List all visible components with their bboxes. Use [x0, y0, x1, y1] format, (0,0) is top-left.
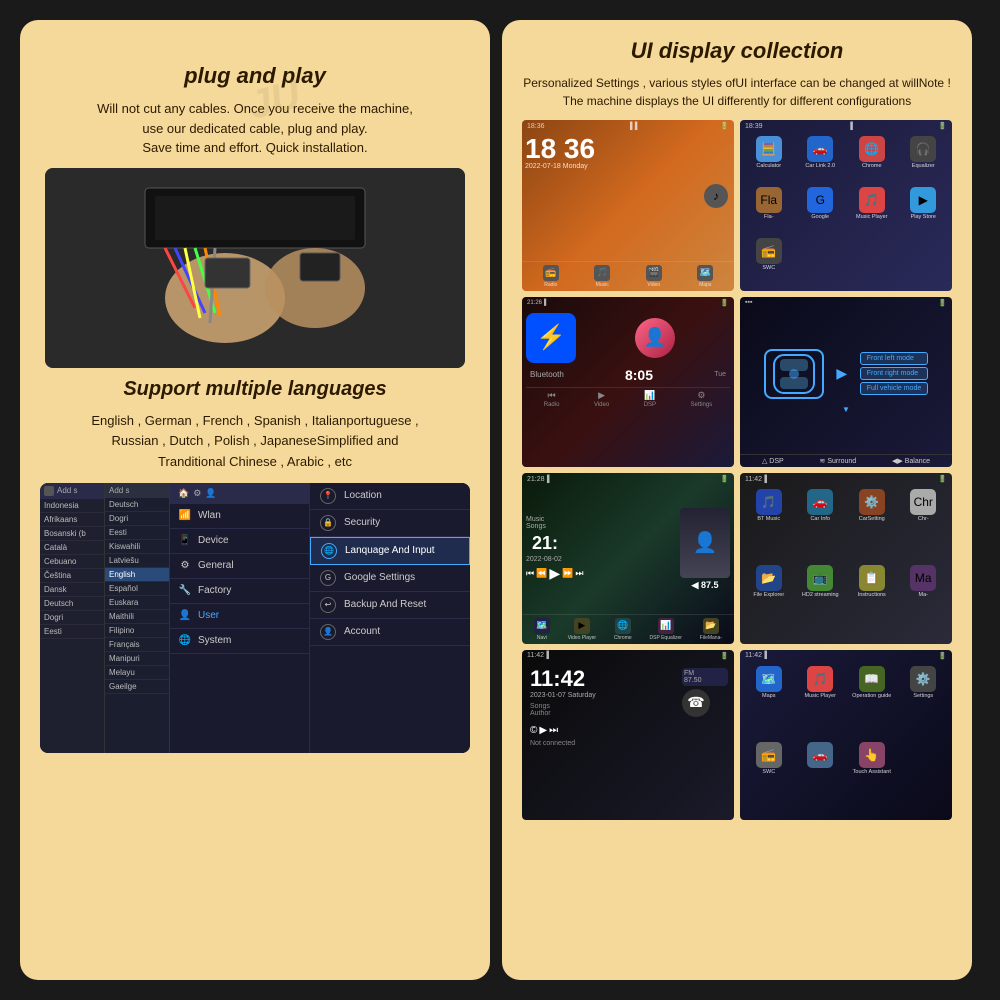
lang-item: Français — [105, 638, 169, 652]
car-top-view — [764, 349, 824, 399]
lang-item: Kiswahili — [105, 540, 169, 554]
menu-device: 📱Device — [170, 529, 309, 554]
menu-wlan: 📶Wlan — [170, 504, 309, 529]
screen8-icon-grid: 🗺️Maps 🎵Music Player 📖Operation guide ⚙️… — [740, 662, 952, 821]
detail-backup: ↩Backup And Reset — [310, 592, 470, 619]
ui-screen-4: ▪▪▪🔋 ▶ — [740, 297, 952, 468]
lang-item: Català — [40, 541, 104, 555]
ui-screen-7: 11:42▐🔋 11:42 2023-01-07 Saturday SongsA… — [522, 650, 734, 821]
screen5-header: 21:28▐🔋 — [522, 473, 734, 485]
settings-menu-panel: 🏠⚙👤 📶Wlan 📱Device ⚙General 🔧Factory 👤Use… — [170, 483, 310, 753]
lang-item: Euskara — [105, 596, 169, 610]
screen2-header: 18:39▐🔋 — [740, 120, 952, 132]
screen4-header: ▪▪▪🔋 — [740, 297, 952, 309]
lang-item: Latviešu — [105, 554, 169, 568]
screen4-dsp-bar: △ DSP≋ Surround◀▶ Balance — [740, 454, 952, 467]
lang-item: Indonesia — [40, 499, 104, 513]
lang-item: Bosanski (b — [40, 527, 104, 541]
detail-google: GGoogle Settings — [310, 565, 470, 592]
lang-list-col2: Add s Deutsch Dogri Eesti Kiswahili Latv… — [105, 483, 170, 753]
ui-screen-5: 21:28▐🔋 Music Songs 21: 2022-08-02 ⏮⏪▶⏩⏭… — [522, 473, 734, 644]
lang-item-selected: English — [105, 568, 169, 582]
lang-item: Manipuri — [105, 652, 169, 666]
lang-item: Deutsch — [40, 597, 104, 611]
screen6-icon-grid: 🎵BT Music 🚗Car Info ⚙️CarSetting ChrChr-… — [740, 485, 952, 644]
plug-title: plug and play — [184, 63, 326, 89]
main-container: JU plug and play Will not cut any cables… — [10, 10, 990, 990]
lang-item: Čeština — [40, 569, 104, 583]
screen2-icon-grid: 🧮Calculator 🚗Car Link 2.0 🌐Chrome 🎧Equal… — [740, 132, 952, 291]
left-panel: JU plug and play Will not cut any cables… — [20, 20, 490, 980]
lang-item: Deutsch — [105, 498, 169, 512]
menu-general: ⚙General — [170, 554, 309, 579]
ui-screen-2: 18:39▐🔋 🧮Calculator 🚗Car Link 2.0 🌐Chrom… — [740, 120, 952, 291]
ui-screen-1: 18:36▐▐🔋 18 36 2022-07-18 Monday ♪ 📻 Rad… — [522, 120, 734, 291]
lang-item: Dogri — [105, 512, 169, 526]
right-panel: UI display collection Personalized Setti… — [502, 20, 972, 980]
lang-item: Afrikaans — [40, 513, 104, 527]
ui-screen-grid: 18:36▐▐🔋 18 36 2022-07-18 Monday ♪ 📻 Rad… — [522, 120, 952, 820]
car-install-image — [45, 168, 465, 368]
detail-language: 🌐Lanquage And Input — [310, 537, 470, 565]
lang-item: Eesti — [40, 625, 104, 639]
screen3-bluetooth: ⚡ 👤 Bluetooth 8:05 Tue ⏮Radio ▶Video 📊DS… — [522, 309, 734, 414]
detail-location: 📍Location — [310, 483, 470, 510]
ui-display-desc: Personalized Settings , various styles o… — [523, 74, 951, 110]
lang-item: Dogri — [40, 611, 104, 625]
ui-screen-3: 21:26▐🔋 ⚡ 👤 Bluetooth 8:05 Tue — [522, 297, 734, 468]
screen4-options: Front left mode Front right mode Full ve… — [860, 352, 928, 395]
lang-item: Maithili — [105, 610, 169, 624]
screen1-time: 18 36 — [525, 135, 698, 163]
screen8-header: 11:42▐🔋 — [740, 650, 952, 662]
ui-display-title: UI display collection — [631, 38, 844, 64]
lang-desc: English , German , French , Spanish , It… — [91, 411, 418, 473]
lang-title: Support multiple languages — [123, 378, 386, 401]
plug-desc: Will not cut any cables. Once you receiv… — [97, 99, 413, 158]
lang-item: Melayu — [105, 666, 169, 680]
lang-item: Eesti — [105, 526, 169, 540]
lang-item: Español — [105, 582, 169, 596]
detail-account: 👤Account — [310, 619, 470, 646]
lang-list-col1: Add s Indonesia Afrikaans Bosanski (b Ca… — [40, 483, 105, 753]
ui-screen-8: 11:42▐🔋 🗺️Maps 🎵Music Player 📖Operation … — [740, 650, 952, 821]
screen4-car-vis: ▶ Front left mode Front right mode Full … — [740, 309, 952, 455]
menu-user: 👤User — [170, 604, 309, 629]
lang-item: Gaeilge — [105, 680, 169, 694]
screen1-bottom-nav: 📻 Radio 🎵 Music 🎬 Video 🗺️ Maps — [522, 261, 734, 291]
menu-system: 🌐System — [170, 629, 309, 654]
lang-item: Dansk — [40, 583, 104, 597]
menu-factory: 🔧Factory — [170, 579, 309, 604]
settings-menu-top: 🏠⚙👤 — [170, 483, 309, 504]
screen7-header: 11:42▐🔋 — [522, 650, 734, 662]
settings-detail-panel: 📍Location 🔒Security 🌐Lanquage And Input … — [310, 483, 470, 753]
ui-screen-6: 11:42▐🔋 🎵BT Music 🚗Car Info ⚙️CarSetting… — [740, 473, 952, 644]
detail-security: 🔒Security — [310, 510, 470, 537]
screen1-header: 18:36▐▐🔋 — [522, 120, 734, 132]
lang-item: Cebuano — [40, 555, 104, 569]
screen5-bottom-nav: 🗺️Navi ▶Video Player 🌐Chrome 📊DSP Equali… — [522, 614, 734, 644]
screen6-header: 11:42▐🔋 — [740, 473, 952, 485]
lang-item: Filipino — [105, 624, 169, 638]
screen5-time: 21: — [526, 530, 676, 556]
settings-screenshot: Add s Indonesia Afrikaans Bosanski (b Ca… — [40, 483, 470, 753]
screen1-date: 2022-07-18 Monday — [525, 163, 698, 170]
screen3-header: 21:26▐🔋 — [522, 297, 734, 309]
screen7-time: 11:42 — [526, 666, 676, 692]
